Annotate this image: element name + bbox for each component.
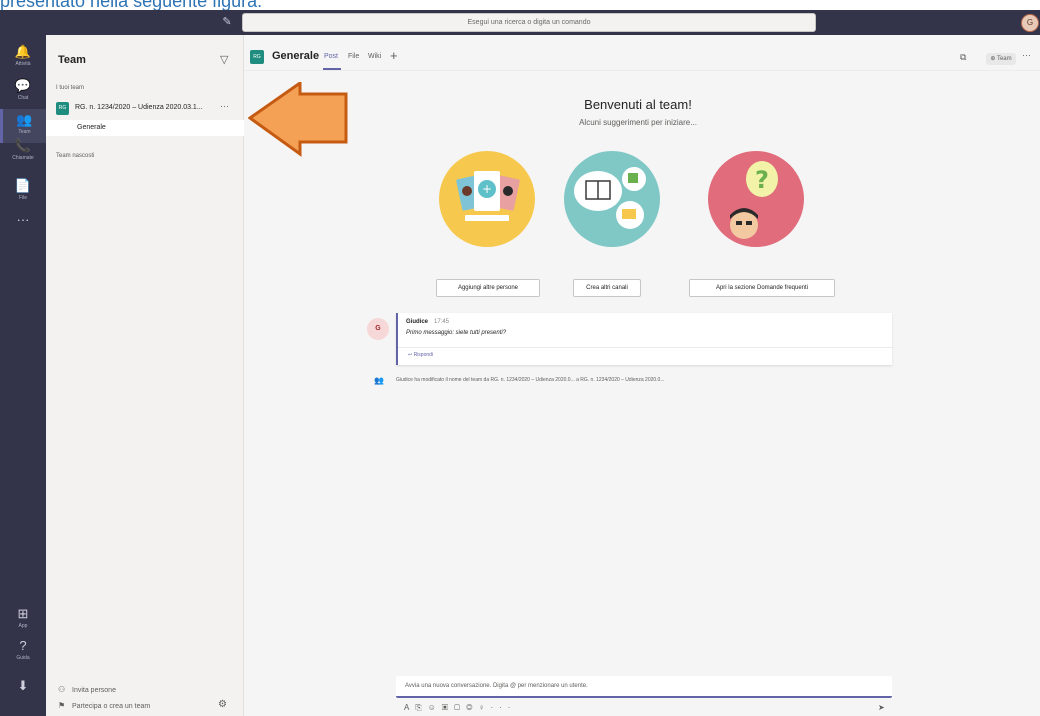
svg-text:+: + xyxy=(482,182,492,196)
app-rail: 🔔 Attività 💬 Chat 👥 Team 📞 Chiamate 📄 Fi… xyxy=(0,35,46,716)
file-icon: 📄 xyxy=(14,178,32,193)
meet-icon[interactable]: ⧉ xyxy=(960,52,966,63)
channel-avatar: RG xyxy=(250,50,264,64)
document-caption: presentato nella seguente figura: xyxy=(0,0,1040,10)
join-team-icon: ⚑ xyxy=(58,701,66,710)
channels-illustration xyxy=(564,151,660,247)
orange-arrow-annotation xyxy=(248,82,348,157)
sticker-icon[interactable]: ▢ xyxy=(454,703,466,712)
team-button[interactable]: ⊕ Team xyxy=(986,53,1016,65)
tab-post[interactable]: Post xyxy=(324,53,338,60)
rail-item-activity[interactable]: 🔔 Attività xyxy=(0,41,46,75)
add-people-illustration: + xyxy=(439,151,535,247)
channel-header: RG Generale Post File Wiki + ⧉ ⊕ Team ··… xyxy=(244,35,1040,71)
emoji-icon[interactable]: ☺ xyxy=(428,703,442,712)
welcome-subtitle: Alcuni suggerimenti per iniziare... xyxy=(579,118,697,127)
channel-item-generale[interactable]: Generale xyxy=(46,120,244,136)
hidden-teams-label[interactable]: Team nascosti xyxy=(56,153,94,159)
new-chat-icon[interactable]: ✎ xyxy=(220,15,234,29)
rail-item-files[interactable]: 📄 File xyxy=(0,175,46,209)
panel-title: Team xyxy=(58,54,86,66)
bell-icon: 🔔 xyxy=(14,44,32,59)
compose-toolbar: A⎘☺▣▢◎♀··· xyxy=(404,703,516,713)
channel-title: Generale xyxy=(272,50,320,62)
title-bar: ✎ Esegui una ricerca o digita un comando xyxy=(0,10,1040,35)
meet-now-icon[interactable]: ◎ xyxy=(466,703,478,712)
teams-panel: Team ▽ I tuoi team RG RG. n. 1234/2020 –… xyxy=(46,35,244,716)
compose-input[interactable]: Avvia una nuova conversazione. Digita @ … xyxy=(396,676,892,698)
message-time: 17:45 xyxy=(434,319,450,325)
rail-item-download[interactable]: ⬇ xyxy=(0,675,46,709)
search-input[interactable]: Esegui una ricerca o digita un comando xyxy=(242,13,816,32)
system-message: Giudice ha modificato il nome del team d… xyxy=(396,377,665,383)
divider xyxy=(398,347,892,348)
channel-view: RG Generale Post File Wiki + ⧉ ⊕ Team ··… xyxy=(244,35,1040,716)
team-more-icon[interactable]: ··· xyxy=(220,101,229,111)
add-people-button[interactable]: Aggiungi altre persone xyxy=(436,279,540,297)
download-icon: ⬇ xyxy=(17,678,29,693)
more-tools-icon[interactable]: ··· xyxy=(490,703,516,712)
open-faq-button[interactable]: Apri la sezione Domande frequenti xyxy=(689,279,835,297)
user-avatar[interactable]: G xyxy=(1021,14,1039,32)
chat-icon: 💬 xyxy=(14,78,32,93)
format-icon[interactable]: A xyxy=(404,703,415,712)
rail-item-more[interactable]: ··· xyxy=(0,209,46,243)
tab-wiki[interactable]: Wiki xyxy=(368,53,381,60)
teams-icon: 👥 xyxy=(16,112,33,127)
invite-people-link[interactable]: ⚇ Invita persone xyxy=(58,685,116,694)
add-tab-icon[interactable]: + xyxy=(390,48,398,63)
message-card[interactable]: Giudice 17:45 Primo messaggio: siete tut… xyxy=(396,313,892,365)
apps-icon: ⊞ xyxy=(17,606,29,621)
create-channels-button[interactable]: Crea altri canali xyxy=(573,279,641,297)
rail-item-chat[interactable]: 💬 Chat xyxy=(0,75,46,109)
send-icon[interactable]: ➤ xyxy=(878,703,885,712)
active-tab-indicator xyxy=(323,68,341,70)
help-icon: ? xyxy=(19,638,27,653)
join-create-team-link[interactable]: ⚑ Partecipa o crea un team xyxy=(58,701,150,710)
praise-icon[interactable]: ♀ xyxy=(478,703,490,712)
channel-name: Generale xyxy=(77,124,106,131)
rail-item-calls[interactable]: 📞 Chiamate xyxy=(0,135,46,169)
svg-text:?: ? xyxy=(755,166,769,194)
your-teams-label: I tuoi team xyxy=(56,85,85,91)
rail-item-help[interactable]: ? Guida xyxy=(0,635,46,669)
filter-icon[interactable]: ▽ xyxy=(220,53,228,66)
rail-item-apps[interactable]: ⊞ App xyxy=(0,603,46,637)
gear-icon[interactable]: ⚙ xyxy=(218,699,227,710)
welcome-title: Benvenuti al team! xyxy=(584,97,692,112)
team-avatar: RG xyxy=(56,102,69,115)
tab-file[interactable]: File xyxy=(348,53,359,60)
invite-icon: ⚇ xyxy=(58,685,66,694)
team-name: RG. n. 1234/2020 – Udienza 2020.03.1... xyxy=(75,104,203,111)
more-icon: ··· xyxy=(16,212,30,227)
phone-icon: 📞 xyxy=(14,138,32,153)
reply-button[interactable]: ↩ Rispondi xyxy=(408,352,433,358)
message-author: Giudice xyxy=(406,319,429,325)
attach-icon[interactable]: ⎘ xyxy=(415,703,427,712)
team-item[interactable]: RG RG. n. 1234/2020 – Udienza 2020.03.1.… xyxy=(56,101,236,117)
avatar[interactable]: G xyxy=(367,318,389,340)
gif-icon[interactable]: ▣ xyxy=(442,703,454,712)
more-options-icon[interactable]: ··· xyxy=(1022,50,1031,60)
faq-illustration: ? xyxy=(708,151,804,247)
message-text: Primo messaggio: siete tutti presenti? xyxy=(406,330,507,336)
team-changed-icon: 👥 xyxy=(374,376,384,385)
